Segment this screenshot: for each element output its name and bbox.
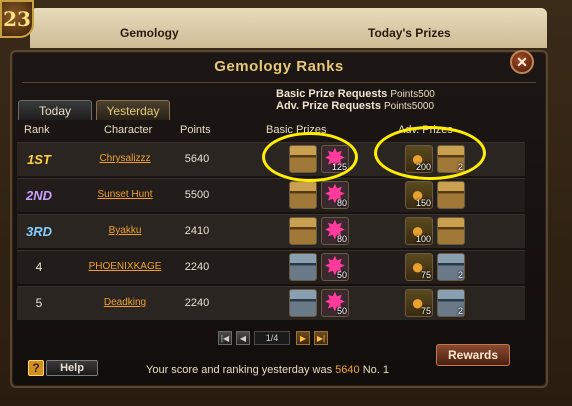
- prize-quantity: 75: [420, 306, 431, 316]
- basic-prize-gem-icon[interactable]: 50: [321, 288, 349, 317]
- highlight-circle-basic: [262, 132, 358, 182]
- rank-cell: 1ST: [27, 152, 51, 167]
- prize-quantity: 80: [336, 234, 347, 244]
- prev-page-button[interactable]: ◀: [236, 331, 250, 345]
- adv-prize-chest-icon[interactable]: 2: [437, 289, 465, 317]
- first-page-button[interactable]: |◀: [218, 331, 232, 345]
- basic-prize-gem-icon[interactable]: 50: [321, 252, 349, 281]
- rewards-button[interactable]: Rewards: [436, 344, 510, 366]
- header-rank: Rank: [24, 124, 50, 136]
- panel-title: Gemology Ranks: [214, 58, 344, 75]
- title-divider: [22, 82, 536, 83]
- highlight-circle-adv: [374, 126, 486, 180]
- prize-quantity: 2: [457, 270, 463, 280]
- adv-requirement: Adv. Prize Requests Points5000: [276, 100, 434, 112]
- prize-quantity: 80: [336, 198, 347, 208]
- next-page-button[interactable]: ▶: [296, 331, 310, 345]
- points-cell: 2240: [184, 261, 210, 273]
- adv-prize-chest-icon[interactable]: [437, 217, 465, 245]
- adv-prize-coin-icon[interactable]: 75: [405, 253, 433, 281]
- prize-quantity: 150: [415, 198, 431, 208]
- level-badge: 23: [0, 0, 34, 38]
- adv-requirement-label: Adv. Prize Requests: [276, 100, 381, 112]
- basic-prize-chest-icon[interactable]: [289, 217, 317, 245]
- tab-todays-prizes[interactable]: Today's Prizes: [368, 26, 451, 40]
- points-cell: 2410: [184, 225, 210, 237]
- rank-cell: 5: [35, 296, 43, 310]
- help-button[interactable]: Help: [46, 360, 98, 376]
- points-cell: 2240: [184, 297, 210, 309]
- tab-today[interactable]: Today: [18, 100, 92, 120]
- prize-quantity: 50: [336, 270, 347, 280]
- adv-prize-chest-icon[interactable]: [437, 181, 465, 209]
- adv-prize-coin-icon[interactable]: 75: [405, 289, 433, 317]
- table-row: 3RDByakku241080100: [17, 214, 525, 248]
- rank-cell: 3RD: [25, 224, 52, 239]
- table-row: 4PHOENIXKAGE224050752: [17, 250, 525, 284]
- basic-prize-chest-icon[interactable]: [289, 181, 317, 209]
- adv-prize-chest-icon[interactable]: 2: [437, 253, 465, 281]
- points-cell: 5640: [184, 153, 210, 165]
- tab-gemology[interactable]: Gemology: [120, 26, 179, 40]
- rank-cell: 4: [35, 260, 43, 274]
- basic-prize-gem-icon[interactable]: 80: [321, 216, 349, 245]
- prize-quantity: 75: [420, 270, 431, 280]
- basic-prize-gem-icon[interactable]: 80: [321, 180, 349, 209]
- basic-prize-chest-icon[interactable]: [289, 253, 317, 281]
- help-group: ? Help: [28, 360, 98, 378]
- last-page-button[interactable]: ▶|: [314, 331, 328, 345]
- tab-yesterday[interactable]: Yesterday: [96, 100, 170, 120]
- header-character: Character: [104, 124, 153, 136]
- summary-score: 5640: [335, 364, 360, 376]
- table-row: 5Deadking224050752: [17, 286, 525, 320]
- summary-rank: No. 1: [362, 364, 389, 376]
- adv-prize-coin-icon[interactable]: 150: [405, 181, 433, 209]
- basic-requirement-value: Points500: [390, 89, 435, 100]
- prize-quantity: 50: [336, 306, 347, 316]
- prize-quantity: 2: [457, 306, 463, 316]
- close-button[interactable]: ✕: [510, 50, 534, 74]
- basic-requirement: Basic Prize Requests Points500: [276, 88, 435, 100]
- table-row: 2NDSunset Hunt550080150: [17, 178, 525, 212]
- rank-cell: 2ND: [25, 188, 52, 203]
- summary-text: Your score and ranking yesterday was: [146, 364, 333, 376]
- points-cell: 5500: [184, 189, 210, 201]
- adv-requirement-value: Points5000: [384, 101, 435, 112]
- adv-prize-coin-icon[interactable]: 100: [405, 217, 433, 245]
- yesterday-summary: Your score and ranking yesterday was 564…: [146, 364, 389, 376]
- basic-prize-chest-icon[interactable]: [289, 289, 317, 317]
- header-points: Points: [180, 124, 211, 136]
- page-indicator: 1/4: [254, 331, 290, 345]
- help-icon[interactable]: ?: [28, 360, 44, 376]
- prize-quantity: 100: [415, 234, 431, 244]
- basic-requirement-label: Basic Prize Requests: [276, 88, 388, 100]
